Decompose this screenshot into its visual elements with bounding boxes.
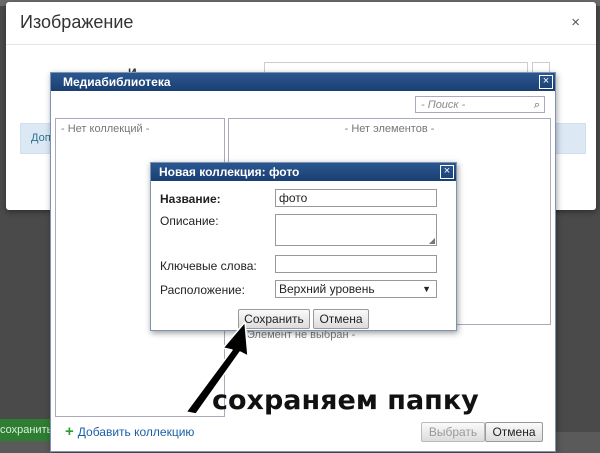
annotation-caption: сохраняем папку: [212, 385, 479, 416]
